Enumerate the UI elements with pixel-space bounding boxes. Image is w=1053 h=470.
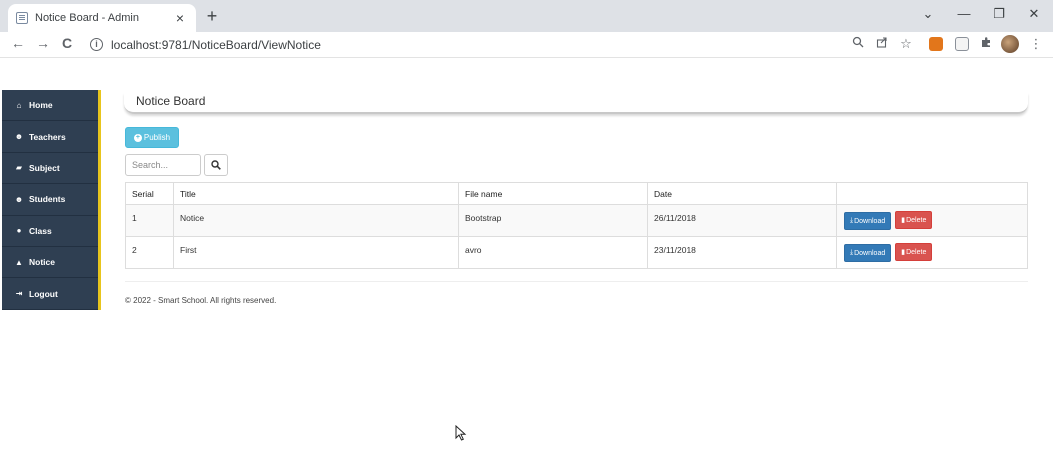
cell-file-name: Bootstrap xyxy=(458,204,648,237)
book-icon: ▰ xyxy=(15,163,23,173)
bell-icon: ▲ xyxy=(15,257,23,267)
table-row: 2 First avro 23/11/2018 ⤓ Download ▮ Delete xyxy=(125,236,1028,269)
sidebar-item-label: Students xyxy=(29,194,66,205)
metamask-extension-icon[interactable] xyxy=(929,37,943,51)
cell-date: 26/11/2018 xyxy=(647,204,837,237)
publish-button[interactable]: + Publish xyxy=(125,127,179,148)
cell-file-name: avro xyxy=(458,236,648,269)
browser-tabstrip: Notice Board - Admin × + ⌄ — ❐ ✕ xyxy=(0,0,1053,32)
sidebar-item-label: Notice xyxy=(29,257,55,268)
sidebar-item-label: Class xyxy=(29,225,52,236)
sidebar-item-label: Subject xyxy=(29,162,60,173)
column-header-file-name: File name xyxy=(458,182,648,205)
tab-title: Notice Board - Admin xyxy=(35,12,139,24)
new-tab-button[interactable]: + xyxy=(202,6,222,27)
page-title-panel: Notice Board xyxy=(124,93,1028,114)
bookmark-star-icon[interactable]: ☆ xyxy=(898,36,914,52)
home-icon: ⌂ xyxy=(16,100,22,110)
column-header-actions xyxy=(836,182,1028,205)
search-input[interactable] xyxy=(125,154,201,176)
site-info-icon[interactable]: i xyxy=(90,38,103,51)
search-icon xyxy=(211,160,221,170)
minimize-button[interactable]: — xyxy=(954,6,974,21)
circle-icon: ● xyxy=(16,226,22,236)
browser-menu-icon[interactable]: ⋮ xyxy=(1028,36,1044,52)
delete-button-label: Delete xyxy=(906,216,927,224)
users-icon: ☻ xyxy=(14,132,24,142)
publish-button-label: Publish xyxy=(143,133,171,142)
download-button[interactable]: ⤓ Download xyxy=(844,244,892,262)
download-button-label: Download xyxy=(854,249,886,257)
column-header-title: Title xyxy=(173,182,459,205)
search-button[interactable] xyxy=(204,154,228,176)
cell-actions: ⤓ Download ▮ Delete xyxy=(836,204,1028,237)
download-icon: ⤓ xyxy=(850,217,854,224)
forward-button[interactable]: → xyxy=(34,35,52,51)
table-header-row: Serial Title File name Date xyxy=(125,182,1028,205)
trash-icon: ▮ xyxy=(901,217,906,224)
download-button[interactable]: ⤓ Download xyxy=(844,212,892,230)
restore-button[interactable]: ❐ xyxy=(989,6,1009,22)
window-close-button[interactable]: ✕ xyxy=(1024,6,1044,22)
download-icon: ⤓ xyxy=(850,249,854,256)
profile-avatar[interactable] xyxy=(1001,35,1019,53)
column-header-serial: Serial xyxy=(125,182,174,205)
tab-close-icon[interactable]: × xyxy=(172,10,188,26)
table-row: 1 Notice Bootstrap 26/11/2018 ⤓ Download ▮… xyxy=(125,204,1028,237)
sidebar-item-class[interactable]: ● Class xyxy=(2,216,98,247)
delete-button[interactable]: ▮ Delete xyxy=(895,243,933,261)
plus-circle-icon: + xyxy=(133,133,142,142)
reload-button[interactable]: C xyxy=(58,35,76,51)
cell-actions: ⤓ Download ▮ Delete xyxy=(836,236,1028,269)
zoom-icon[interactable] xyxy=(850,36,866,51)
sidebar-item-logout[interactable]: ⇥ Logout xyxy=(2,278,98,310)
sidebar-item-students[interactable]: ☻ Students xyxy=(2,184,98,216)
sidebar-item-label: Logout xyxy=(29,288,58,299)
footer-divider xyxy=(125,281,1028,282)
logout-icon: ⇥ xyxy=(15,289,23,299)
sidebar-item-label: Teachers xyxy=(29,131,66,142)
cell-serial: 1 xyxy=(125,204,174,237)
notices-table: Serial Title File name Date 1 Notice Boo… xyxy=(125,182,1028,269)
sidebar-item-notice[interactable]: ▲ Notice xyxy=(2,247,98,279)
sidebar-item-label: Home xyxy=(29,100,53,111)
column-header-date: Date xyxy=(647,182,837,205)
browser-tab[interactable]: Notice Board - Admin × xyxy=(8,4,196,32)
sidebar: ⌂ Home ☻ Teachers ▰ Subject ☻ Students ●… xyxy=(2,90,101,310)
page-title: Notice Board xyxy=(136,94,206,108)
cell-date: 23/11/2018 xyxy=(647,236,837,269)
delete-button-label: Delete xyxy=(906,248,927,256)
sidebar-item-teachers[interactable]: ☻ Teachers xyxy=(2,121,98,153)
page-favicon-icon xyxy=(16,12,28,24)
browser-toolbar: ← → C i localhost:9781/NoticeBoard/ViewN… xyxy=(0,32,1053,58)
download-button-label: Download xyxy=(854,217,886,225)
users-icon: ☻ xyxy=(14,194,24,204)
address-bar[interactable]: i localhost:9781/NoticeBoard/ViewNotice xyxy=(84,34,884,55)
address-url: localhost:9781/NoticeBoard/ViewNotice xyxy=(111,37,321,52)
cell-serial: 2 xyxy=(125,236,174,269)
back-button[interactable]: ← xyxy=(9,35,27,51)
tab-search-chevron-icon[interactable]: ⌄ xyxy=(918,6,938,22)
extensions-puzzle-icon[interactable] xyxy=(978,36,994,51)
sidebar-item-home[interactable]: ⌂ Home xyxy=(2,90,98,122)
cell-title: Notice xyxy=(173,204,459,237)
sidebar-item-subject[interactable]: ▰ Subject xyxy=(2,153,98,185)
mouse-cursor-icon xyxy=(455,425,467,441)
delete-button[interactable]: ▮ Delete xyxy=(895,211,933,229)
extension-icon[interactable] xyxy=(955,37,969,51)
share-icon[interactable] xyxy=(874,36,890,51)
footer-text: © 2022 - Smart School. All rights reserv… xyxy=(125,296,277,305)
trash-icon: ▮ xyxy=(901,249,906,256)
cell-title: First xyxy=(173,236,459,269)
